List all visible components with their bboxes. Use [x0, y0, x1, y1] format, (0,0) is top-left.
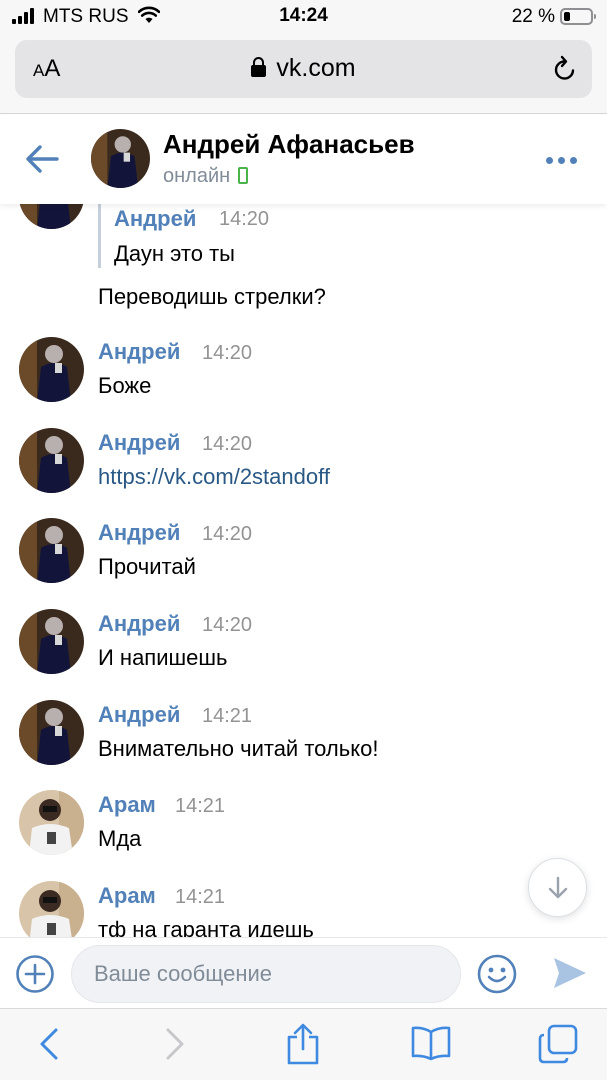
contact-name[interactable]: Андрей Афанасьев [163, 129, 415, 160]
message-author[interactable]: Андрей [98, 611, 180, 637]
message-author[interactable]: Андрей [98, 430, 180, 456]
more-options-button[interactable] [546, 157, 577, 164]
avatar[interactable] [19, 790, 84, 855]
quote-author[interactable]: Андрей [114, 206, 196, 232]
message-text: Переводишь стрелки? [98, 284, 326, 309]
mobile-phone-icon [238, 167, 249, 184]
emoji-icon[interactable] [476, 953, 518, 995]
share-icon[interactable] [285, 1023, 321, 1065]
message-author[interactable]: Андрей [98, 520, 180, 546]
quote-text: Даун это ты [114, 241, 235, 266]
avatar[interactable] [19, 204, 84, 229]
message-composer [0, 937, 607, 1008]
message-author[interactable]: Андрей [98, 702, 180, 728]
quote-time: 14:20 [219, 208, 270, 230]
avatar[interactable] [19, 337, 84, 402]
message-input[interactable] [71, 945, 461, 1003]
back-arrow-icon[interactable] [24, 143, 60, 175]
message-author[interactable]: Андрей [98, 339, 180, 365]
avatar[interactable] [19, 881, 84, 937]
online-status: онлайн [163, 165, 249, 188]
message-time: 14:20 [202, 614, 253, 636]
message-time: 14:20 [202, 433, 253, 455]
message-time: 14:20 [202, 342, 253, 364]
message-text: Боже [98, 373, 152, 398]
message-time: 14:21 [175, 886, 226, 908]
status-bar: MTS RUS 14:24 22 % [0, 0, 607, 34]
battery-icon [560, 8, 596, 25]
message-author[interactable]: Арам [98, 883, 156, 909]
browser-back-icon[interactable] [38, 1027, 60, 1061]
online-status-text: онлайн [163, 165, 231, 187]
message-link[interactable]: https://vk.com/2standoff [98, 464, 330, 490]
url-text: vk.com [276, 54, 356, 82]
message-time: 14:21 [202, 705, 253, 727]
message-time: 14:20 [202, 523, 253, 545]
message-text: Прочитай [98, 554, 196, 579]
url-display[interactable]: vk.com [15, 54, 592, 83]
address-bar[interactable]: AA vk.com [15, 40, 592, 98]
message-text: Внимательно читай только! [98, 736, 379, 761]
browser-forward-icon[interactable] [164, 1027, 186, 1061]
bookmarks-icon[interactable] [411, 1025, 451, 1061]
scroll-down-button[interactable] [528, 858, 587, 917]
avatar[interactable] [19, 700, 84, 765]
message-text: И напишешь [98, 645, 228, 670]
arrow-down-icon [548, 876, 568, 899]
message-author[interactable]: Арам [98, 792, 156, 818]
quote-bar [98, 204, 101, 268]
contact-avatar[interactable] [91, 129, 150, 188]
add-attachment-icon[interactable] [15, 954, 55, 994]
send-icon[interactable] [552, 956, 588, 990]
battery-level [564, 12, 570, 21]
message-list[interactable]: Андрей 14:20 Даун это ты Переводишь стре… [0, 204, 607, 937]
browser-toolbar [0, 1008, 607, 1080]
avatar[interactable] [19, 518, 84, 583]
message-text: Мда [98, 826, 142, 851]
reload-icon[interactable] [552, 55, 578, 83]
avatar[interactable] [19, 428, 84, 493]
message-text: тф на гаранта идешь [98, 917, 314, 937]
message-time: 14:21 [175, 795, 226, 817]
lock-icon [251, 57, 267, 77]
avatar[interactable] [19, 609, 84, 674]
battery-percent: 22 % [511, 6, 555, 27]
tabs-icon[interactable] [538, 1024, 578, 1064]
chat-header: Андрей Афанасьев онлайн [0, 115, 607, 204]
browser-address-area: AA vk.com [0, 34, 607, 114]
